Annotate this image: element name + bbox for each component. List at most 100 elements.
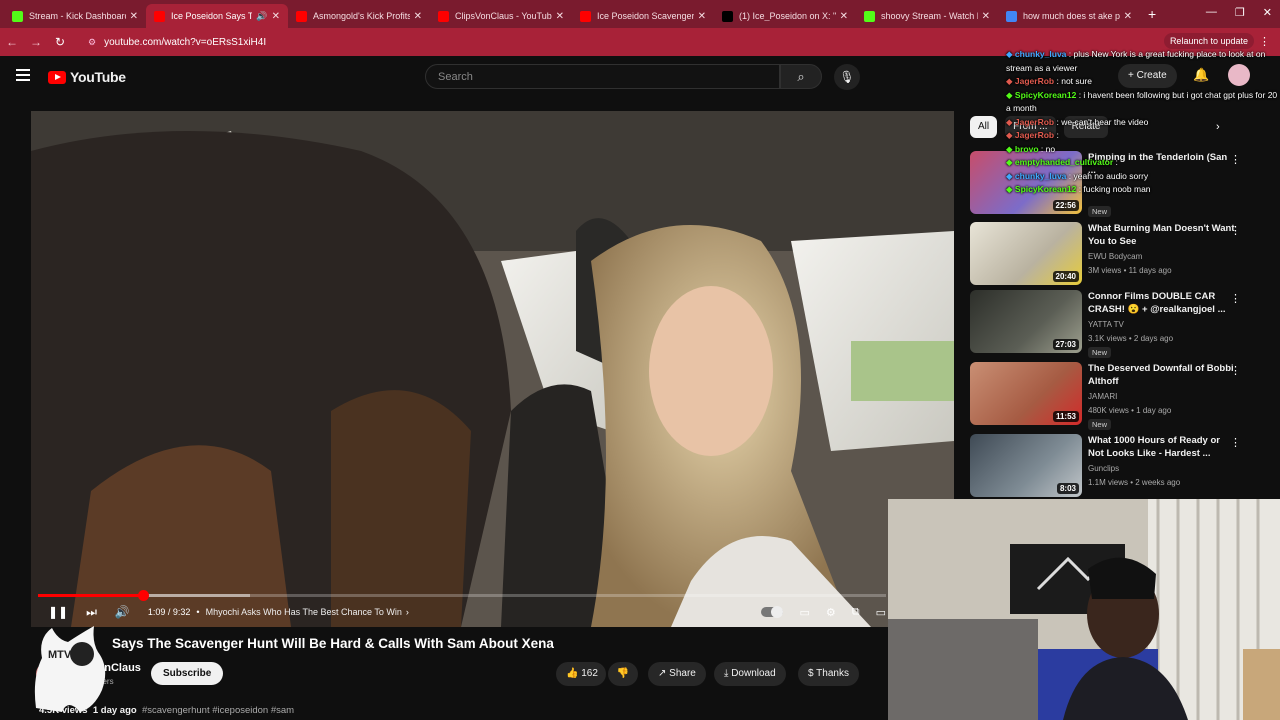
new-tab-icon[interactable]: + (1148, 6, 1156, 22)
chat-username[interactable]: chunky_luva (1015, 49, 1067, 59)
recommendation-item[interactable]: 11:53 The Deserved Downfall of Bobbi Altho… (970, 362, 1270, 430)
tab-title: Asmongold's Kick Profits (313, 11, 410, 21)
browser-tab[interactable]: Asmongold's Kick Profits ✕ (288, 4, 430, 28)
forward-icon[interactable]: → (24, 35, 48, 49)
chat-colon: : (1066, 49, 1074, 59)
youtube-icon (438, 10, 449, 22)
browser-tab[interactable]: (1) Ice_Poseidon on X: "Du ✕ (714, 4, 856, 28)
restore-icon[interactable]: ❐ (1235, 6, 1245, 19)
chat-username[interactable]: brovo (1015, 144, 1039, 154)
dislike-button[interactable]: 👎 (608, 662, 638, 686)
url-text: youtube.com/watch?v=oERsS1xiH4I (104, 36, 267, 48)
browser-tab[interactable]: Ice Poseidon Says The🔊 ✕ (146, 4, 288, 28)
close-tab-icon[interactable]: ✕ (840, 11, 848, 22)
browser-tab[interactable]: Stream - Kick Dashboard ✕ (4, 4, 146, 28)
pause-icon[interactable]: ❚❚ (48, 605, 68, 619)
browser-tab[interactable]: Ice Poseidon Scavenger H ✕ (572, 4, 714, 28)
subscribe-button[interactable]: Subscribe (151, 662, 224, 685)
video-player[interactable] (31, 111, 954, 627)
recommendation-channel[interactable]: JAMARI (1088, 392, 1117, 401)
close-tab-icon[interactable]: ✕ (982, 11, 990, 22)
minimize-icon[interactable]: — (1206, 6, 1217, 19)
chapter-title[interactable]: Mhyochi Asks Who Has The Best Chance To … (206, 607, 402, 617)
close-tab-icon[interactable]: ✕ (272, 11, 280, 22)
recommendation-channel[interactable]: YATTA TV (1088, 320, 1124, 329)
chat-username[interactable]: emptyhanded_cultivator (1015, 157, 1113, 167)
video-thumbnail[interactable]: 11:53 (970, 362, 1082, 425)
progress-bar[interactable] (38, 590, 886, 601)
title-line-2: You to See (1088, 236, 1137, 247)
tab-title: shoovy Stream - Watch Li (881, 11, 978, 21)
chat-username[interactable]: SpicyKorean12 (1015, 90, 1076, 100)
close-tab-icon[interactable]: ✕ (1124, 11, 1132, 22)
youtube-logo[interactable]: YouTube (48, 69, 126, 85)
more-options-icon[interactable]: ⋮ (1230, 364, 1241, 377)
tab-title: Ice Poseidon Says The (171, 11, 253, 21)
microphone-icon[interactable]: 🎙 (834, 64, 860, 90)
close-tab-icon[interactable]: ✕ (414, 11, 422, 22)
close-tab-icon[interactable]: ✕ (556, 11, 564, 22)
browser-tab[interactable]: how much does st ake pro ✕ (998, 4, 1140, 28)
captions-icon[interactable]: ▭ (799, 606, 809, 619)
menu-icon[interactable]: ⋮ (1259, 35, 1270, 48)
time-display: 1:09 / 9:32 (147, 607, 191, 617)
recommendation-title[interactable]: What Burning Man Doesn't Want You to See (1088, 222, 1236, 248)
search-input[interactable]: Search (425, 64, 780, 89)
browser-tab[interactable]: shoovy Stream - Watch Li ✕ (856, 4, 998, 28)
chat-badge-icon: ◆ (1006, 89, 1015, 100)
volume-icon[interactable]: 🔊 (115, 605, 130, 619)
more-options-icon[interactable]: ⋮ (1230, 436, 1241, 449)
miniplayer-icon[interactable]: ⧉ (852, 606, 860, 619)
video-thumbnail[interactable]: 20:40 (970, 222, 1082, 285)
relaunch-button[interactable]: Relaunch to update (1163, 33, 1254, 49)
autoplay-toggle[interactable] (761, 606, 784, 618)
chevron-right-icon[interactable]: › (406, 607, 409, 617)
close-tab-icon[interactable]: ✕ (698, 11, 706, 22)
chat-colon: : (1066, 170, 1074, 181)
like-button[interactable]: 👍 162 (556, 662, 606, 686)
close-tab-icon[interactable]: ✕ (130, 11, 138, 22)
recommendation-title[interactable]: What 1000 Hours of Ready or Not Looks Lik… (1088, 434, 1236, 460)
chat-username[interactable]: JagerRob (1015, 117, 1054, 127)
recommendation-meta: 480K views • 1 day ago (1088, 406, 1172, 415)
chat-username[interactable]: JagerRob (1015, 130, 1054, 140)
recommendation-channel[interactable]: Gunclips (1088, 464, 1119, 473)
chat-username[interactable]: JagerRob (1015, 76, 1054, 86)
filter-chip[interactable]: All (970, 116, 998, 138)
new-badge: New (1088, 347, 1112, 358)
chat-text: not sure (1061, 76, 1092, 86)
recommendation-title[interactable]: The Deserved Downfall of Bobbi Althoff (1088, 362, 1236, 388)
title-line-2: Not Looks Like - Hardest ... (1088, 448, 1211, 459)
recommendation-item[interactable]: 8:03 What 1000 Hours of Ready or Not Looks… (970, 434, 1270, 498)
back-icon[interactable]: ← (0, 35, 24, 49)
recommendation-item[interactable]: 27:03 Connor Films DOUBLE CAR CRASH! 😮 + @… (970, 290, 1270, 358)
recommendation-channel[interactable]: EWU Bodycam (1088, 252, 1142, 261)
webcam-overlay (888, 499, 1280, 720)
search-icon[interactable]: ⌕ (780, 64, 822, 89)
chat-message: ◆ SpicyKorean12 : i havent been followin… (1006, 89, 1278, 116)
menu-hamburger-icon[interactable] (16, 69, 30, 81)
chat-message: ◆ emptyhanded_cultivator : (1006, 156, 1278, 170)
close-window-icon[interactable]: ✕ (1263, 6, 1272, 19)
more-options-icon[interactable]: ⋮ (1230, 224, 1241, 237)
played-bar (38, 594, 144, 597)
chat-username[interactable]: chunky_luva (1015, 171, 1067, 181)
settings-gear-icon[interactable]: ⚙ (826, 606, 836, 619)
recommendation-title[interactable]: Connor Films DOUBLE CAR CRASH! 😮 + @realk… (1088, 290, 1236, 316)
browser-tab[interactable]: ClipsVonClaus - YouTube ✕ (430, 4, 572, 28)
video-thumbnail[interactable]: 8:03 (970, 434, 1082, 497)
more-options-icon[interactable]: ⋮ (1230, 292, 1241, 305)
theater-mode-icon[interactable]: ▭ (876, 606, 886, 619)
recommendation-item[interactable]: 20:40 What Burning Man Doesn't Want You to… (970, 222, 1270, 286)
share-button[interactable]: ↗ Share (648, 662, 706, 686)
tab-title: (1) Ice_Poseidon on X: "Du (739, 11, 836, 21)
download-button[interactable]: ⤓ Download (714, 662, 786, 686)
hashtags[interactable]: #scavengerhunt #iceposeidon #sam (142, 705, 294, 716)
thanks-button[interactable]: $ Thanks (798, 662, 859, 686)
reload-icon[interactable]: ↻ (48, 35, 72, 49)
tab-audio-icon[interactable]: 🔊 (256, 11, 267, 22)
url-field[interactable]: ⚙ youtube.com/watch?v=oERsS1xiH4I (80, 31, 980, 53)
chat-username[interactable]: SpicyKorean12 (1015, 184, 1076, 194)
site-info-icon[interactable]: ⚙ (88, 37, 96, 48)
video-thumbnail[interactable]: 27:03 (970, 290, 1082, 353)
